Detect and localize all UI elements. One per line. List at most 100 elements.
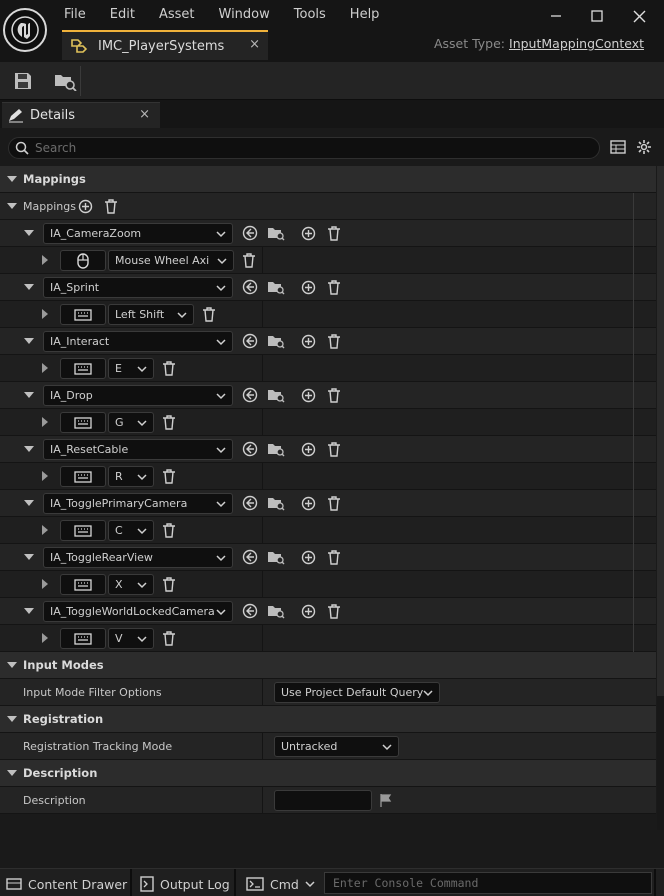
browse-asset-button[interactable]	[267, 386, 285, 404]
key-dropdown[interactable]: C	[108, 520, 154, 541]
expand-arrow-icon[interactable]	[24, 500, 34, 506]
key-selector-button[interactable]	[60, 466, 106, 487]
delete-action-button[interactable]	[325, 440, 343, 458]
expand-arrow-icon[interactable]	[42, 417, 48, 427]
console-command-input[interactable]	[325, 873, 651, 893]
key-dropdown[interactable]: X	[108, 574, 154, 595]
key-selector-button[interactable]	[60, 574, 106, 595]
menu-file[interactable]: File	[52, 4, 98, 28]
close-tab-icon[interactable]: ×	[249, 37, 260, 52]
add-key-button[interactable]	[299, 494, 317, 512]
add-key-button[interactable]	[299, 602, 317, 620]
browse-asset-button[interactable]	[267, 494, 285, 512]
key-selector-button[interactable]	[60, 304, 106, 325]
key-dropdown[interactable]: V	[108, 628, 154, 649]
delete-action-button[interactable]	[325, 278, 343, 296]
save-button[interactable]	[6, 66, 40, 96]
close-details-icon[interactable]: ×	[139, 107, 150, 122]
expand-arrow-icon[interactable]	[7, 662, 17, 668]
expand-arrow-icon[interactable]	[7, 716, 17, 722]
expand-arrow-icon[interactable]	[7, 203, 17, 209]
delete-key-button[interactable]	[240, 251, 258, 269]
expand-arrow-icon[interactable]	[24, 554, 34, 560]
scrollbar-thumb[interactable]	[657, 166, 664, 696]
key-selector-button[interactable]	[60, 628, 106, 649]
use-selected-button[interactable]	[241, 494, 259, 512]
action-dropdown[interactable]: IA_Interact	[43, 331, 233, 352]
category-registration[interactable]: Registration	[0, 706, 656, 733]
use-selected-button[interactable]	[241, 278, 259, 296]
key-selector-button[interactable]	[60, 412, 106, 433]
asset-type-link[interactable]: InputMappingContext	[509, 36, 644, 51]
expand-arrow-icon[interactable]	[7, 176, 17, 182]
delete-action-button[interactable]	[325, 548, 343, 566]
cmd-dropdown[interactable]: Cmd	[246, 873, 315, 895]
maximize-button[interactable]	[577, 4, 617, 28]
search-box[interactable]	[8, 137, 600, 159]
action-dropdown[interactable]: IA_Sprint	[43, 277, 233, 298]
key-dropdown[interactable]: R	[108, 466, 154, 487]
delete-action-button[interactable]	[325, 386, 343, 404]
delete-action-button[interactable]	[325, 494, 343, 512]
expand-arrow-icon[interactable]	[42, 309, 48, 319]
menu-tools[interactable]: Tools	[282, 4, 338, 28]
menu-window[interactable]: Window	[207, 4, 282, 28]
delete-key-button[interactable]	[160, 629, 178, 647]
action-dropdown[interactable]: IA_TogglePrimaryCamera	[43, 493, 233, 514]
input-mode-filter-dropdown[interactable]: Use Project Default Query	[274, 682, 440, 703]
delete-key-button[interactable]	[160, 413, 178, 431]
category-description[interactable]: Description	[0, 760, 656, 787]
use-selected-button[interactable]	[241, 386, 259, 404]
browse-asset-button[interactable]	[267, 440, 285, 458]
browse-asset-button[interactable]	[267, 224, 285, 242]
key-dropdown[interactable]: G	[108, 412, 154, 433]
description-input[interactable]	[274, 790, 372, 811]
menu-help[interactable]: Help	[338, 4, 392, 28]
action-dropdown[interactable]: IA_ToggleWorldLockedCamera	[43, 601, 233, 622]
table-view-icon[interactable]	[610, 139, 626, 155]
action-dropdown[interactable]: IA_Drop	[43, 385, 233, 406]
browse-asset-button[interactable]	[267, 548, 285, 566]
asset-tab[interactable]: IMC_PlayerSystems ×	[62, 30, 268, 60]
expand-arrow-icon[interactable]	[24, 608, 34, 614]
clear-mappings-button[interactable]	[102, 197, 120, 215]
scrollbar-track[interactable]	[657, 696, 664, 830]
delete-action-button[interactable]	[325, 332, 343, 350]
add-mapping-button[interactable]	[76, 197, 94, 215]
expand-arrow-icon[interactable]	[24, 338, 34, 344]
category-input-modes[interactable]: Input Modes	[0, 652, 656, 679]
use-selected-button[interactable]	[241, 224, 259, 242]
delete-key-button[interactable]	[160, 575, 178, 593]
key-dropdown[interactable]: Mouse Wheel Axi	[108, 250, 234, 271]
add-key-button[interactable]	[299, 440, 317, 458]
action-dropdown[interactable]: IA_ToggleRearView	[43, 547, 233, 568]
output-log-button[interactable]: Output Log	[140, 873, 230, 895]
delete-key-button[interactable]	[160, 359, 178, 377]
delete-key-button[interactable]	[160, 467, 178, 485]
settings-gear-icon[interactable]	[636, 139, 652, 155]
delete-action-button[interactable]	[325, 224, 343, 242]
use-selected-button[interactable]	[241, 440, 259, 458]
browse-button[interactable]	[48, 66, 82, 96]
expand-arrow-icon[interactable]	[7, 770, 17, 776]
unreal-logo-icon[interactable]	[3, 8, 47, 52]
delete-key-button[interactable]	[200, 305, 218, 323]
add-key-button[interactable]	[299, 548, 317, 566]
localization-flag-icon[interactable]	[377, 791, 395, 809]
minimize-button[interactable]	[536, 4, 576, 28]
menu-asset[interactable]: Asset	[147, 4, 207, 28]
console-command-box[interactable]	[324, 872, 652, 894]
key-selector-button[interactable]	[60, 520, 106, 541]
add-key-button[interactable]	[299, 386, 317, 404]
browse-asset-button[interactable]	[267, 278, 285, 296]
browse-asset-button[interactable]	[267, 602, 285, 620]
expand-arrow-icon[interactable]	[24, 446, 34, 452]
key-dropdown[interactable]: Left Shift	[108, 304, 194, 325]
expand-arrow-icon[interactable]	[24, 230, 34, 236]
expand-arrow-icon[interactable]	[42, 255, 48, 265]
category-mappings[interactable]: Mappings	[0, 166, 656, 193]
expand-arrow-icon[interactable]	[24, 392, 34, 398]
registration-tracking-dropdown[interactable]: Untracked	[274, 736, 399, 757]
search-input[interactable]	[35, 141, 575, 155]
expand-arrow-icon[interactable]	[24, 284, 34, 290]
